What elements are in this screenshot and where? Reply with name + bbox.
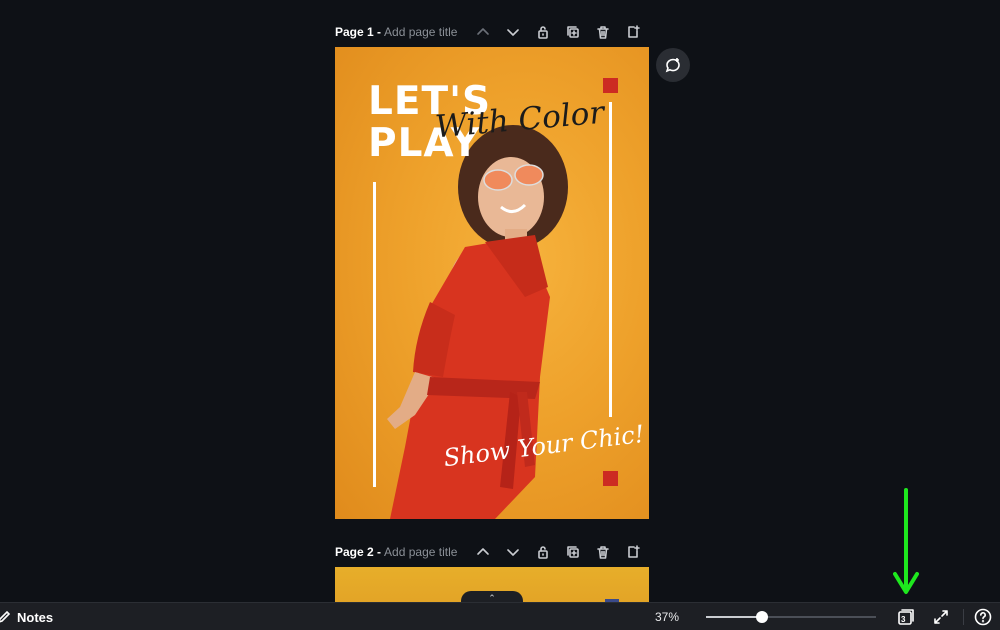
lock-icon[interactable]	[535, 544, 551, 560]
page-1-title[interactable]: Page 1 - Add page title	[335, 25, 457, 39]
chevron-up-icon[interactable]	[475, 544, 491, 560]
notes-button[interactable]: Notes	[0, 603, 53, 630]
zoom-slider-fill	[706, 616, 763, 618]
right-vertical-line[interactable]	[609, 102, 612, 417]
design-page-1[interactable]: LET'S PLAY With Color Show Your Chic!	[335, 47, 649, 519]
page-1-title-placeholder[interactable]: Add page title	[384, 25, 457, 39]
bottom-toolbar: Notes 37% 3	[0, 602, 1000, 630]
chevron-up-icon[interactable]	[475, 24, 491, 40]
left-vertical-line[interactable]	[373, 182, 376, 487]
pencil-icon	[0, 610, 11, 623]
page-1-label: Page 1 -	[335, 25, 382, 39]
comment-plus-icon	[665, 58, 680, 73]
pages-icon	[898, 609, 914, 625]
notes-label: Notes	[17, 609, 54, 625]
duplicate-icon[interactable]	[565, 24, 581, 40]
zoom-slider[interactable]	[706, 611, 876, 623]
add-comment-button[interactable]	[656, 48, 690, 82]
red-square-bottom[interactable]	[603, 471, 618, 486]
fullscreen-button[interactable]	[931, 607, 951, 627]
chevron-down-icon[interactable]	[505, 544, 521, 560]
page-2-title[interactable]: Page 2 - Add page title	[335, 545, 457, 559]
trash-icon[interactable]	[595, 24, 611, 40]
add-page-icon[interactable]	[625, 544, 641, 560]
lock-icon[interactable]	[535, 24, 551, 40]
pages-view-button[interactable]: 3	[896, 607, 916, 627]
trash-icon[interactable]	[595, 544, 611, 560]
red-square-top[interactable]	[603, 78, 618, 93]
pages-count: 3	[901, 615, 906, 624]
zoom-slider-thumb[interactable]	[756, 611, 769, 623]
chevron-down-icon[interactable]	[505, 24, 521, 40]
page-2-header: Page 2 - Add page title	[335, 541, 650, 563]
page-2-title-placeholder[interactable]: Add page title	[384, 545, 457, 559]
add-page-icon[interactable]	[625, 24, 641, 40]
page-1-header: Page 1 - Add page title	[335, 21, 650, 43]
zoom-percentage[interactable]: 37%	[655, 603, 679, 630]
page-2-label: Page 2 -	[335, 545, 382, 559]
expand-icon	[934, 610, 948, 624]
duplicate-icon[interactable]	[565, 544, 581, 560]
help-icon	[974, 608, 992, 626]
toolbar-divider	[963, 609, 964, 625]
help-button[interactable]	[973, 607, 993, 627]
annotation-arrow-icon	[893, 488, 919, 594]
